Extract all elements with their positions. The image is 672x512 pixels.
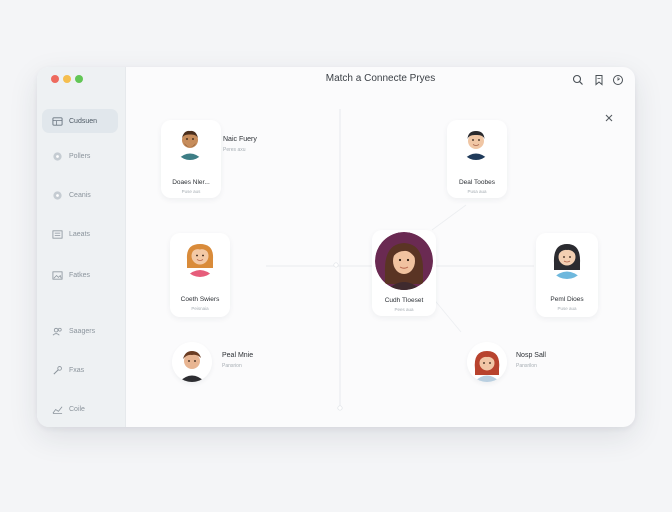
avatar bbox=[375, 232, 433, 290]
circle-icon bbox=[52, 190, 63, 201]
avatar[interactable] bbox=[467, 342, 507, 382]
sidebar-item-coile[interactable]: Coile bbox=[42, 397, 118, 421]
avatar bbox=[548, 239, 586, 279]
person-role: Peres axu bbox=[223, 147, 246, 153]
person-role: Pusa aua bbox=[467, 189, 487, 194]
chart-icon bbox=[52, 404, 63, 415]
person-card[interactable]: Doaes Nler... Puse aus bbox=[161, 120, 221, 198]
person-name: Cudh Tloeset bbox=[384, 297, 424, 304]
image-icon bbox=[52, 270, 63, 281]
person-name: Peml Dioes bbox=[550, 296, 584, 303]
person-role: Pansrion bbox=[222, 363, 242, 369]
avatar[interactable] bbox=[172, 342, 212, 382]
sidebar-item-label: Laeats bbox=[69, 230, 91, 238]
person-name: Peal Mnie bbox=[222, 352, 254, 359]
person-role: Peisnaia bbox=[191, 306, 209, 311]
sidebar: Cudsuen Pollers Ceanis Laeats Fatkes Saa… bbox=[37, 67, 126, 427]
person-role: Pansrilon bbox=[516, 363, 537, 369]
sidebar-item-saagers[interactable]: Saagers bbox=[42, 319, 118, 343]
avatar bbox=[174, 126, 206, 160]
person-name: Deal Toobes bbox=[458, 179, 496, 186]
app-window: Cudsuen Pollers Ceanis Laeats Fatkes Saa… bbox=[37, 67, 635, 427]
sidebar-item-label: Ceanis bbox=[69, 191, 91, 199]
sidebar-item-label: Coile bbox=[69, 405, 85, 413]
sidebar-item-laeats[interactable]: Laeats bbox=[42, 222, 118, 246]
person-name: Naic Fuery bbox=[223, 136, 257, 143]
person-card[interactable]: Peml Dioes Puse aua bbox=[536, 233, 598, 317]
sidebar-item-cudsuen[interactable]: Cudsuen bbox=[42, 109, 118, 133]
sidebar-item-label: Fxas bbox=[69, 366, 85, 374]
sidebar-item-ceanis[interactable]: Ceanis bbox=[42, 183, 118, 207]
sidebar-item-label: Fatkes bbox=[69, 271, 91, 279]
circle-icon bbox=[52, 151, 63, 162]
person-name: Nosp Sall bbox=[516, 352, 546, 359]
person-name: Coeth Swiers bbox=[180, 296, 220, 303]
person-card[interactable]: Deal Toobes Pusa aua bbox=[447, 120, 507, 198]
sidebar-item-fatkes[interactable]: Fatkes bbox=[42, 263, 118, 287]
person-role: Puse aua bbox=[557, 306, 577, 311]
sidebar-item-label: Saagers bbox=[69, 327, 96, 335]
sidebar-item-label: Cudsuen bbox=[69, 117, 98, 125]
person-card-selected[interactable]: Cudh Tloeset Pees aua bbox=[372, 230, 436, 316]
sidebar-item-pollers[interactable]: Pollers bbox=[42, 144, 118, 168]
wrench-icon bbox=[52, 365, 63, 376]
avatar bbox=[182, 239, 218, 277]
person-name: Doaes Nler... bbox=[172, 179, 210, 186]
people-icon bbox=[52, 326, 63, 337]
person-role: Puse aus bbox=[181, 189, 201, 194]
person-role: Pees aua bbox=[394, 307, 414, 312]
grid-icon bbox=[52, 116, 63, 127]
sidebar-item-fxas[interactable]: Fxas bbox=[42, 358, 118, 382]
person-card[interactable]: Coeth Swiers Peisnaia bbox=[170, 233, 230, 317]
avatar bbox=[460, 126, 492, 160]
list-icon bbox=[52, 229, 63, 240]
sidebar-item-label: Pollers bbox=[69, 152, 91, 160]
